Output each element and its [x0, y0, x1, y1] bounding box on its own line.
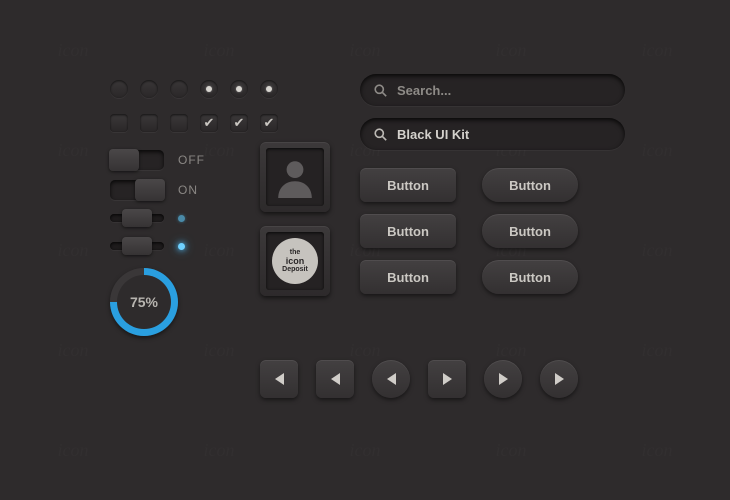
toggle-off[interactable]	[110, 150, 164, 170]
radio-3[interactable]	[170, 80, 188, 98]
radio-1[interactable]	[110, 80, 128, 98]
radio-5[interactable]	[230, 80, 248, 98]
arrow-left-icon	[387, 373, 396, 385]
checkbox-6[interactable]: ✔	[260, 114, 278, 132]
radio-4[interactable]	[200, 80, 218, 98]
avatar-frame[interactable]	[260, 142, 330, 212]
checkbox-1[interactable]	[110, 114, 128, 132]
button-3[interactable]: Button	[360, 214, 456, 248]
progress-label: 75%	[117, 275, 171, 329]
toggle-on[interactable]	[110, 180, 164, 200]
logo-frame[interactable]: the icon Deposit	[260, 226, 330, 296]
nav-prev-square[interactable]	[260, 360, 298, 398]
nav-next-round[interactable]	[484, 360, 522, 398]
arrow-left-icon	[275, 373, 284, 385]
search-icon	[374, 128, 387, 141]
arrow-right-icon	[499, 373, 508, 385]
button-5[interactable]: Button	[360, 260, 456, 294]
radio-6[interactable]	[260, 80, 278, 98]
button-4[interactable]: Button	[482, 214, 578, 248]
checkbox-3[interactable]	[170, 114, 188, 132]
checkbox-2[interactable]	[140, 114, 158, 132]
toggle-off-label: OFF	[178, 153, 205, 167]
logo-badge: the icon Deposit	[272, 238, 318, 284]
checkbox-5[interactable]: ✔	[230, 114, 248, 132]
button-6[interactable]: Button	[482, 260, 578, 294]
nav-next-round-2[interactable]	[540, 360, 578, 398]
nav-prev-square-2[interactable]	[316, 360, 354, 398]
indicator-dot-bright	[178, 243, 185, 250]
search-value: Black UI Kit	[397, 127, 469, 142]
slider-2[interactable]	[110, 242, 164, 250]
slider-1[interactable]	[110, 214, 164, 222]
button-2[interactable]: Button	[482, 168, 578, 202]
search-input[interactable]: Search...	[360, 74, 625, 106]
checkbox-4[interactable]: ✔	[200, 114, 218, 132]
avatar-icon	[274, 156, 316, 198]
button-1[interactable]: Button	[360, 168, 456, 202]
indicator-dot-dim	[178, 215, 185, 222]
arrow-left-icon	[331, 373, 340, 385]
search-placeholder: Search...	[397, 83, 451, 98]
search-icon	[374, 84, 387, 97]
toggle-on-label: ON	[178, 183, 198, 197]
progress-circle: 75%	[110, 268, 178, 336]
nav-next-square[interactable]	[428, 360, 466, 398]
arrow-right-icon	[443, 373, 452, 385]
nav-prev-round[interactable]	[372, 360, 410, 398]
arrow-right-icon	[555, 373, 564, 385]
radio-2[interactable]	[140, 80, 158, 98]
search-input-filled[interactable]: Black UI Kit	[360, 118, 625, 150]
